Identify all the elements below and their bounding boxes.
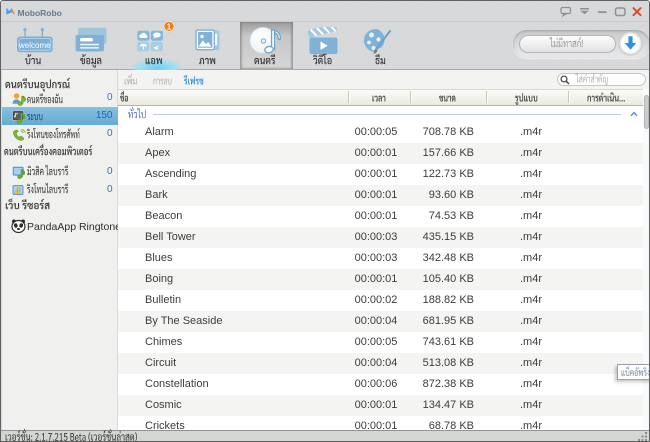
svg-text:1: 1 [166,22,171,31]
svg-text:welcome: welcome [18,41,51,50]
